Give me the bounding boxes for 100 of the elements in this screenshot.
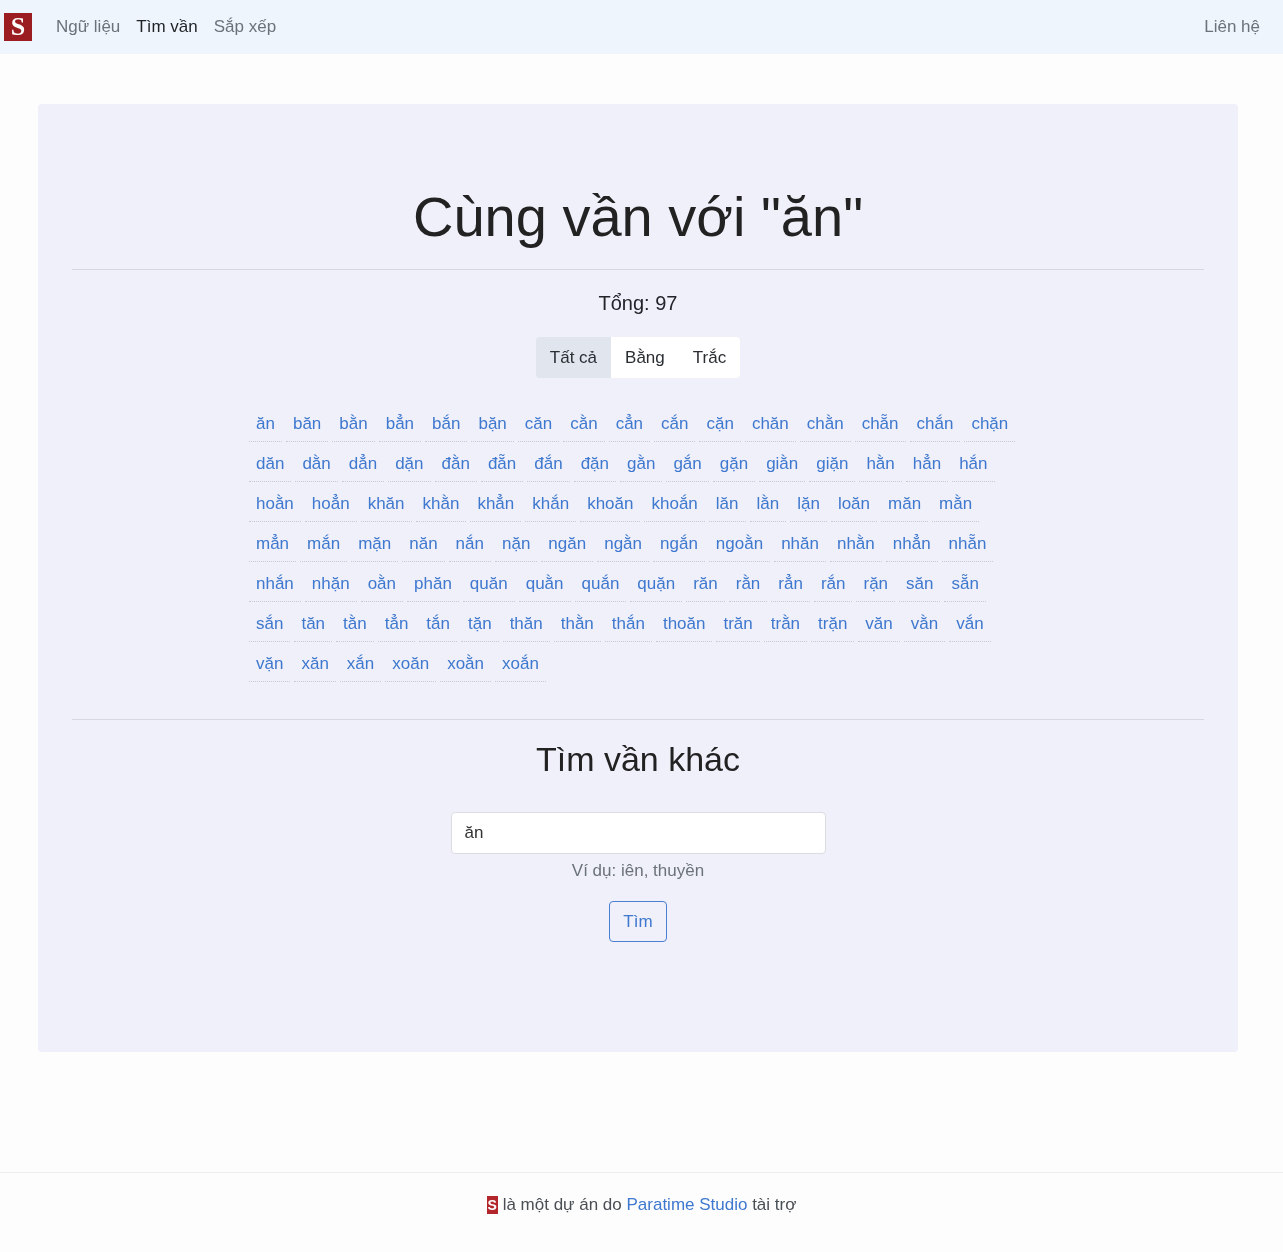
rhyme-word-link[interactable]: lặn (790, 487, 827, 522)
rhyme-word-link[interactable]: dằn (295, 447, 338, 482)
rhyme-word-link[interactable]: sắn (249, 607, 291, 642)
nav-link[interactable]: Sắp xếp (205, 14, 285, 40)
rhyme-word-link[interactable]: vắn (949, 607, 991, 642)
rhyme-word-link[interactable]: rặn (856, 567, 896, 602)
rhyme-word-link[interactable]: gắn (666, 447, 709, 482)
rhyme-word-link[interactable]: chặn (964, 407, 1016, 442)
rhyme-word-link[interactable]: mằn (932, 487, 980, 522)
rhyme-word-link[interactable]: xăn (294, 647, 336, 682)
rhyme-word-link[interactable]: nhằn (829, 527, 882, 562)
rhyme-word-link[interactable]: thằn (553, 607, 601, 642)
contact-link[interactable]: Liên hệ (1204, 14, 1260, 40)
rhyme-word-link[interactable]: khăn (360, 487, 412, 522)
rhyme-word-link[interactable]: rắn (813, 567, 853, 602)
rhyme-word-link[interactable]: đẵn (480, 447, 524, 482)
rhyme-word-link[interactable]: trăn (716, 607, 760, 642)
rhyme-word-link[interactable]: nhăn (774, 527, 826, 562)
rhyme-word-link[interactable]: trặn (811, 607, 855, 642)
rhyme-word-link[interactable]: quăn (462, 567, 515, 602)
rhyme-word-link[interactable]: bằn (332, 407, 375, 442)
rhyme-word-link[interactable]: xoăn (385, 647, 437, 682)
search-button[interactable]: Tìm (609, 901, 667, 942)
rhyme-word-link[interactable]: nhẳn (885, 527, 938, 562)
brand-logo[interactable]: S (4, 13, 32, 41)
rhyme-word-link[interactable]: xắn (339, 647, 382, 682)
rhyme-word-link[interactable]: săn (899, 567, 941, 602)
rhyme-word-link[interactable]: năn (402, 527, 445, 562)
rhyme-word-link[interactable]: thoăn (655, 607, 713, 642)
rhyme-word-link[interactable]: vằn (903, 607, 946, 642)
rhyme-word-link[interactable]: thăn (502, 607, 550, 642)
rhyme-word-link[interactable]: xoắn (495, 647, 546, 682)
filter-tab[interactable]: Bằng (611, 337, 679, 378)
rhyme-word-link[interactable]: thắn (604, 607, 652, 642)
rhyme-word-link[interactable]: ăn (249, 407, 282, 442)
rhyme-word-link[interactable]: măn (881, 487, 929, 522)
rhyme-word-link[interactable]: cắn (654, 407, 696, 442)
rhyme-word-link[interactable]: hoẳn (304, 487, 357, 522)
rhyme-word-link[interactable]: mặn (351, 527, 399, 562)
rhyme-word-link[interactable]: ngoằn (708, 527, 771, 562)
rhyme-word-link[interactable]: giằn (759, 447, 806, 482)
rhyme-word-link[interactable]: căn (517, 407, 560, 442)
rhyme-word-link[interactable]: chẵn (854, 407, 906, 442)
rhyme-word-link[interactable]: đằn (434, 447, 477, 482)
rhyme-word-link[interactable]: cằn (563, 407, 605, 442)
rhyme-word-link[interactable]: nhẵn (941, 527, 994, 562)
rhyme-word-link[interactable]: oằn (360, 567, 404, 602)
rhyme-word-link[interactable]: quắn (574, 567, 627, 602)
rhyme-word-link[interactable]: khắn (525, 487, 577, 522)
rhyme-word-link[interactable]: răn (686, 567, 725, 602)
rhyme-word-link[interactable]: mắn (300, 527, 348, 562)
rhyme-word-link[interactable]: vặn (249, 647, 291, 682)
rhyme-word-link[interactable]: nhắn (249, 567, 301, 602)
rhyme-word-link[interactable]: tăn (294, 607, 333, 642)
rhyme-word-link[interactable]: quặn (630, 567, 683, 602)
rhyme-word-link[interactable]: mẳn (249, 527, 297, 562)
rhyme-word-link[interactable]: phăn (407, 567, 459, 602)
rhyme-word-link[interactable]: bặn (471, 407, 514, 442)
rhyme-word-link[interactable]: chăn (744, 407, 796, 442)
rhyme-word-link[interactable]: rẳn (771, 567, 810, 602)
rhyme-word-link[interactable]: bẳn (378, 407, 422, 442)
rhyme-word-link[interactable]: ngằn (597, 527, 649, 562)
rhyme-word-link[interactable]: chắn (909, 407, 961, 442)
rhyme-word-link[interactable]: lằn (749, 487, 787, 522)
rhyme-word-link[interactable]: dẳn (341, 447, 385, 482)
rhyme-word-link[interactable]: hằn (859, 447, 902, 482)
rhyme-word-link[interactable]: băn (285, 407, 329, 442)
rhyme-word-link[interactable]: tắn (419, 607, 457, 642)
rhyme-word-link[interactable]: quằn (518, 567, 571, 602)
rhyme-word-link[interactable]: cẳn (608, 407, 651, 442)
rhyme-word-link[interactable]: chằn (799, 407, 851, 442)
rhyme-word-link[interactable]: xoằn (440, 647, 491, 682)
rhyme-word-link[interactable]: ngắn (653, 527, 705, 562)
rhyme-word-link[interactable]: hắn (952, 447, 995, 482)
sponsor-link[interactable]: Paratime Studio (626, 1195, 748, 1214)
rhyme-word-link[interactable]: cặn (699, 407, 741, 442)
rhyme-word-link[interactable]: rằn (728, 567, 768, 602)
rhyme-word-link[interactable]: nắn (448, 527, 491, 562)
rhyme-word-link[interactable]: tằn (336, 607, 374, 642)
rhyme-word-link[interactable]: dặn (388, 447, 431, 482)
rhyme-word-link[interactable]: ngăn (541, 527, 594, 562)
rhyme-word-link[interactable]: nặn (495, 527, 538, 562)
rhyme-word-link[interactable]: bắn (425, 407, 468, 442)
rhyme-word-link[interactable]: giặn (809, 447, 856, 482)
filter-tab[interactable]: Trắc (678, 337, 741, 378)
rhyme-word-link[interactable]: trằn (763, 607, 808, 642)
rhyme-word-link[interactable]: lăn (708, 487, 746, 522)
rhyme-word-link[interactable]: gặn (712, 447, 756, 482)
rhyme-word-link[interactable]: khoăn (580, 487, 641, 522)
nav-link[interactable]: Tìm vần (128, 14, 206, 40)
rhyme-word-link[interactable]: tẳn (377, 607, 416, 642)
rhyme-word-link[interactable]: đắn (527, 447, 570, 482)
rhyme-input-field[interactable]: ăn (450, 812, 826, 854)
rhyme-word-link[interactable]: gằn (620, 447, 663, 482)
rhyme-word-link[interactable]: khằn (415, 487, 467, 522)
rhyme-word-link[interactable]: hẳn (905, 447, 949, 482)
rhyme-word-link[interactable]: loăn (830, 487, 877, 522)
rhyme-word-link[interactable]: dăn (249, 447, 292, 482)
rhyme-word-link[interactable]: nhặn (304, 567, 357, 602)
filter-tab[interactable]: Tất cả (535, 337, 612, 378)
